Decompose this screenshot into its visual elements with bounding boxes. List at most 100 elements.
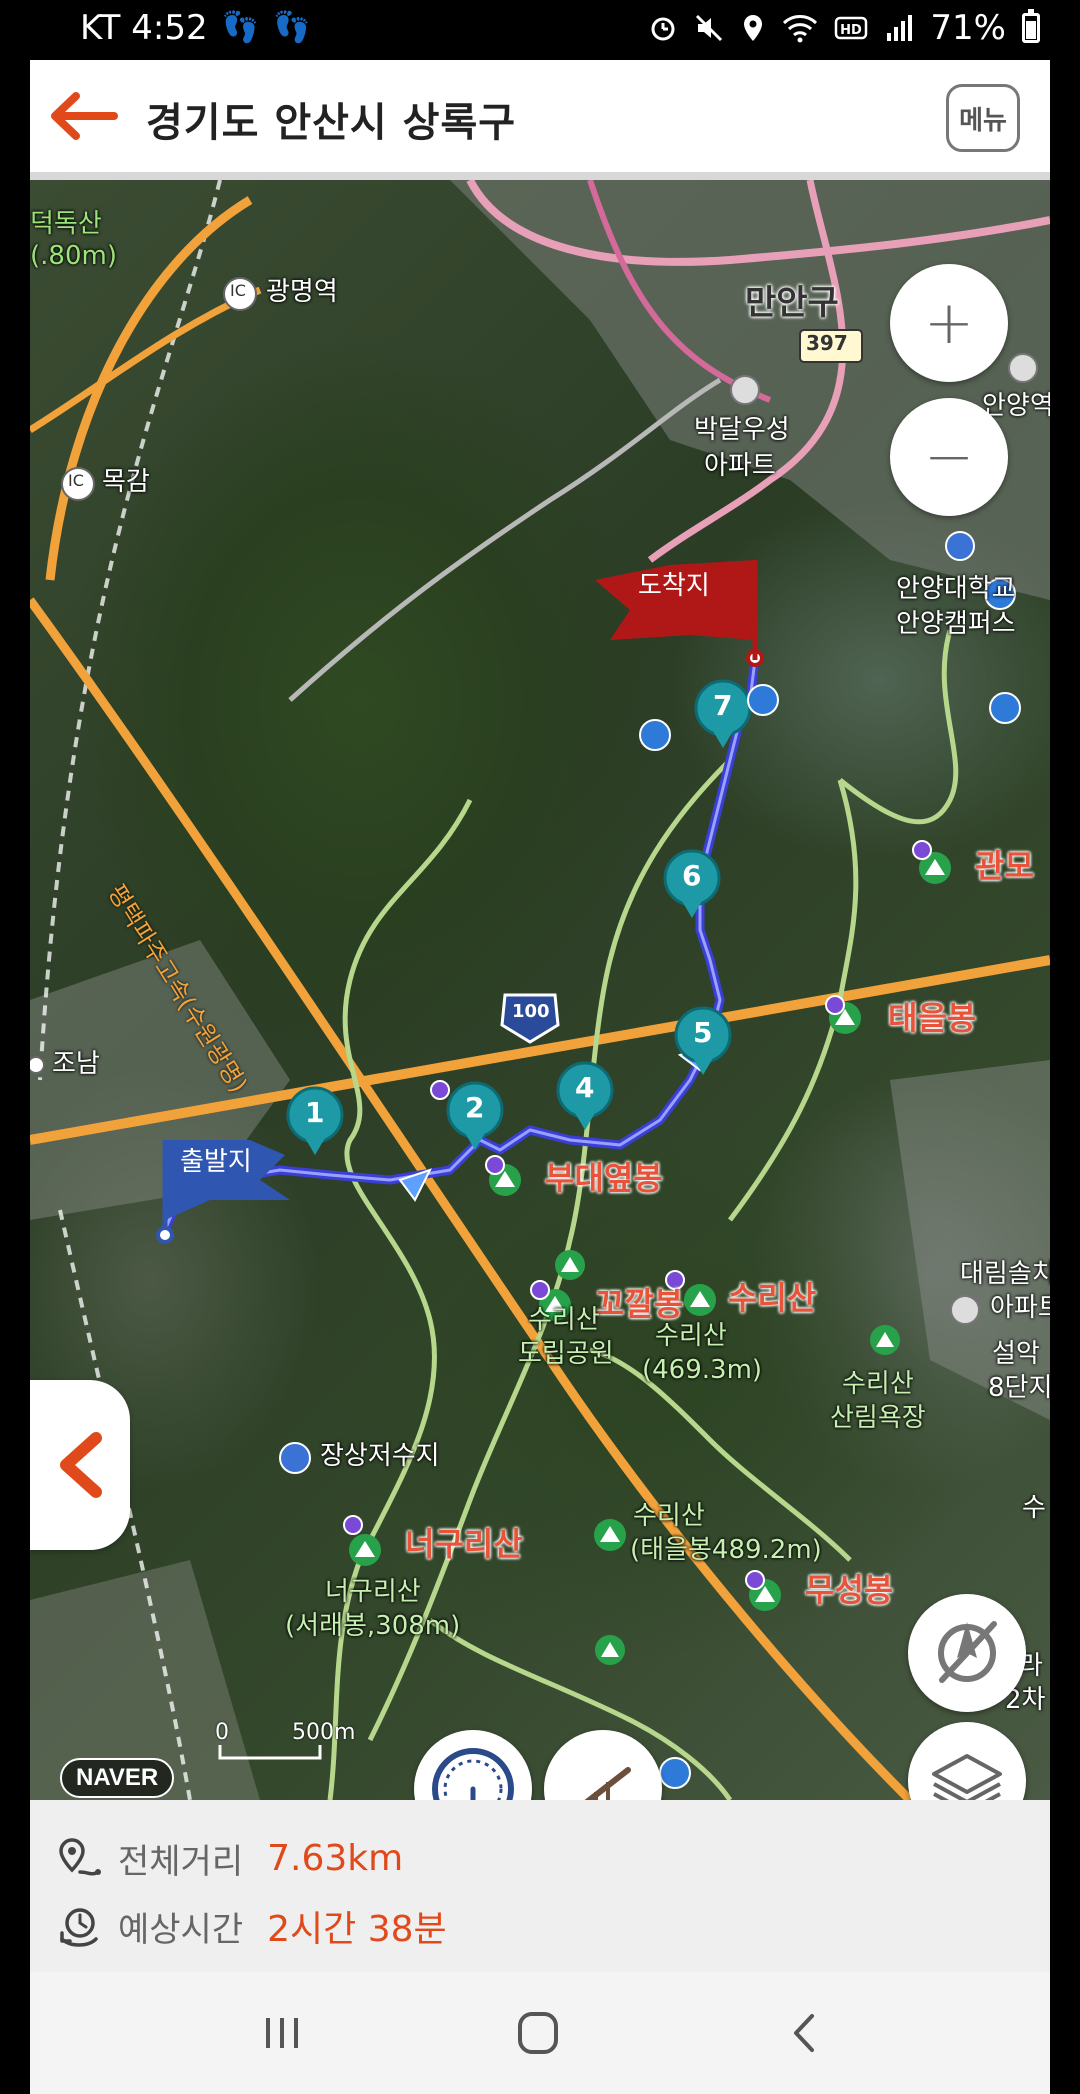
map-label: 아파트 xyxy=(704,451,776,481)
destination-label: 도착지 xyxy=(638,571,710,601)
building-marker xyxy=(730,375,760,405)
poi-marker xyxy=(912,840,932,860)
svg-text:HD: HD xyxy=(841,23,863,38)
park-label: (469.3m) xyxy=(642,1355,763,1385)
school-marker xyxy=(945,531,975,561)
start-label: 출발지 xyxy=(180,1147,252,1177)
naver-logo: NAVER xyxy=(60,1758,175,1798)
ic-label: IC xyxy=(230,281,246,300)
carrier-time: KT 4:52 xyxy=(80,8,208,48)
scale-zero-label: 0 xyxy=(215,1720,229,1745)
poi-marker xyxy=(825,995,845,1015)
map-label: 목감 xyxy=(102,467,150,497)
back-button[interactable] xyxy=(46,88,120,144)
peak-marker xyxy=(594,1519,626,1551)
distance-value: 7.63km xyxy=(267,1838,404,1879)
elevation-button[interactable] xyxy=(544,1730,662,1800)
speed-button[interactable] xyxy=(414,1730,532,1800)
map-label: 조남 xyxy=(52,1049,100,1079)
peak-label: 관모 xyxy=(975,847,1034,885)
time-value: 2시간 38분 xyxy=(267,1909,447,1950)
battery-percent: 71% xyxy=(930,8,1006,48)
nav-back-icon[interactable] xyxy=(774,2008,834,2058)
status-bar: KT 4:52 👣 👣 HD 71% xyxy=(0,0,1080,60)
park-label: 도립공원 xyxy=(518,1339,614,1369)
battery-icon xyxy=(1022,9,1040,43)
compass-off-button[interactable] xyxy=(908,1594,1026,1712)
zoom-out-button[interactable]: − xyxy=(890,398,1008,516)
forest-marker xyxy=(989,692,1021,724)
menu-button[interactable]: 메뉴 xyxy=(946,84,1020,152)
peak-label: 부대옆봉 xyxy=(545,1159,663,1197)
park-label: (태을봉489.2m) xyxy=(630,1535,822,1565)
recent-apps-icon[interactable] xyxy=(252,2008,312,2058)
map-label: 아파트 xyxy=(990,1293,1050,1323)
poi-marker xyxy=(430,1080,450,1100)
layers-button[interactable] xyxy=(908,1722,1026,1800)
peak-marker xyxy=(349,1534,381,1566)
ic-label: IC xyxy=(68,471,84,490)
building-marker xyxy=(1008,353,1038,383)
road-100-label: 100 xyxy=(512,1001,550,1022)
page-title: 경기도 안산시 상록구 xyxy=(146,100,517,146)
app-header: 경기도 안산시 상록구 메뉴 xyxy=(30,60,1050,180)
zoom-in-button[interactable]: + xyxy=(890,264,1008,382)
home-icon[interactable] xyxy=(508,2008,568,2058)
side-panel-toggle[interactable] xyxy=(30,1380,130,1550)
poi-marker xyxy=(745,1570,765,1590)
scale-500-label: 500m xyxy=(292,1720,356,1745)
forest-marker xyxy=(747,684,779,716)
signal-icon xyxy=(887,15,913,41)
map-label: (.80m) xyxy=(30,241,117,271)
poi-marker xyxy=(485,1155,505,1175)
map-label: 안양캠퍼스 xyxy=(896,609,1016,639)
peak-marker xyxy=(595,1635,625,1665)
waypoint-number: 2 xyxy=(465,1091,485,1124)
waypoint-number: 4 xyxy=(575,1071,595,1104)
building-marker xyxy=(950,1295,980,1325)
time-row: 예상시간 2시간 38분 xyxy=(56,1900,447,1952)
park-label: 산림욕장 xyxy=(830,1403,926,1433)
hiking-trail xyxy=(367,758,732,1742)
layers-icon xyxy=(932,1754,1002,1800)
map-label: 장상저수지 xyxy=(320,1441,440,1471)
peak-label: 태을봉 xyxy=(888,999,977,1037)
park-label: (서래봉,308m) xyxy=(285,1611,461,1641)
peak-marker xyxy=(870,1325,900,1355)
park-label: 수리산 xyxy=(655,1321,727,1351)
route-info-panel: 전체거리 7.63km 예상시간 2시간 38분 xyxy=(30,1800,1050,1972)
footprints-icon: 👣 xyxy=(221,10,259,45)
map-label: 대림솔치 xyxy=(960,1259,1050,1289)
alarm-icon xyxy=(651,17,675,41)
road-397-label: 397 xyxy=(806,331,848,355)
mute-icon xyxy=(696,14,723,42)
compass-off-icon xyxy=(938,1621,997,1683)
speedometer-icon xyxy=(432,1748,514,1800)
system-nav-bar xyxy=(30,1972,1050,2094)
wifi-icon xyxy=(783,15,818,43)
waypoint-number: 1 xyxy=(305,1096,325,1129)
map-label: 설악 xyxy=(992,1339,1040,1369)
park-label: 수리산 xyxy=(528,1305,600,1335)
peak-marker xyxy=(684,1284,716,1316)
ic-badge xyxy=(30,1056,45,1074)
hiking-trail xyxy=(327,798,473,1800)
reservoir-marker xyxy=(279,1442,311,1474)
map-label: 광명역 xyxy=(266,277,338,307)
waypoint-number: 5 xyxy=(693,1016,713,1049)
estimated-time-icon xyxy=(60,1908,98,1947)
waypoint-number: 6 xyxy=(682,859,702,892)
time-label: 예상시간 xyxy=(118,1909,244,1950)
map-label: 8단지 xyxy=(988,1373,1050,1403)
route-distance-icon xyxy=(59,1837,101,1876)
local-road xyxy=(288,377,722,702)
peak-label: 너구리산 xyxy=(405,1525,523,1563)
map-view[interactable]: 덕독산 (.80m) IC 광명역 IC 목감 만안구 397 박달우성 아파트… xyxy=(30,180,1050,1800)
hd-icon: HD xyxy=(835,16,868,40)
map-label: 박달우성 xyxy=(694,415,790,445)
poi-marker xyxy=(343,1515,363,1535)
forest-marker xyxy=(639,719,671,751)
location-icon xyxy=(744,15,763,41)
park-label: 너구리산 xyxy=(325,1577,421,1607)
slope-icon xyxy=(582,1767,631,1800)
